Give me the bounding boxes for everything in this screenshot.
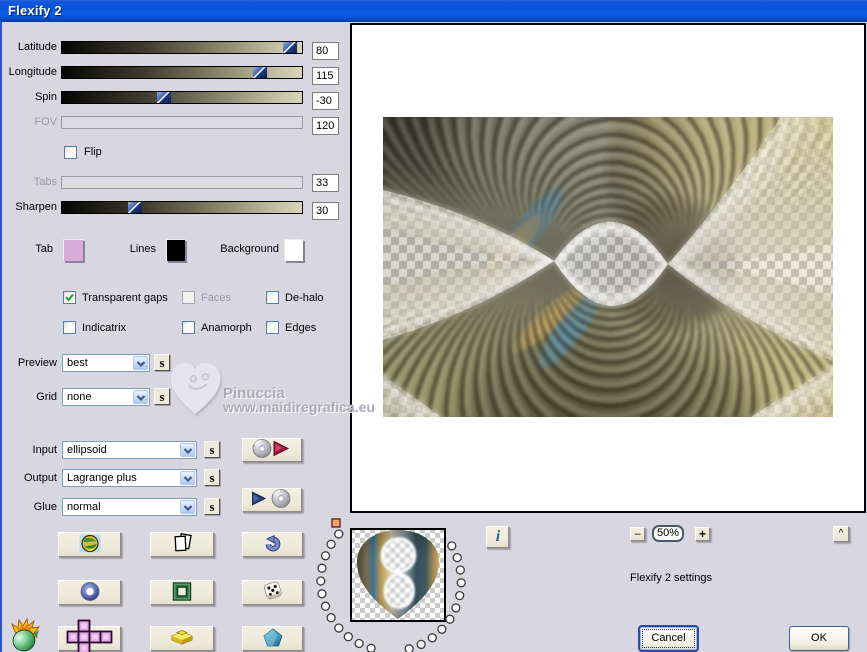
svg-text:i: i bbox=[495, 528, 500, 544]
